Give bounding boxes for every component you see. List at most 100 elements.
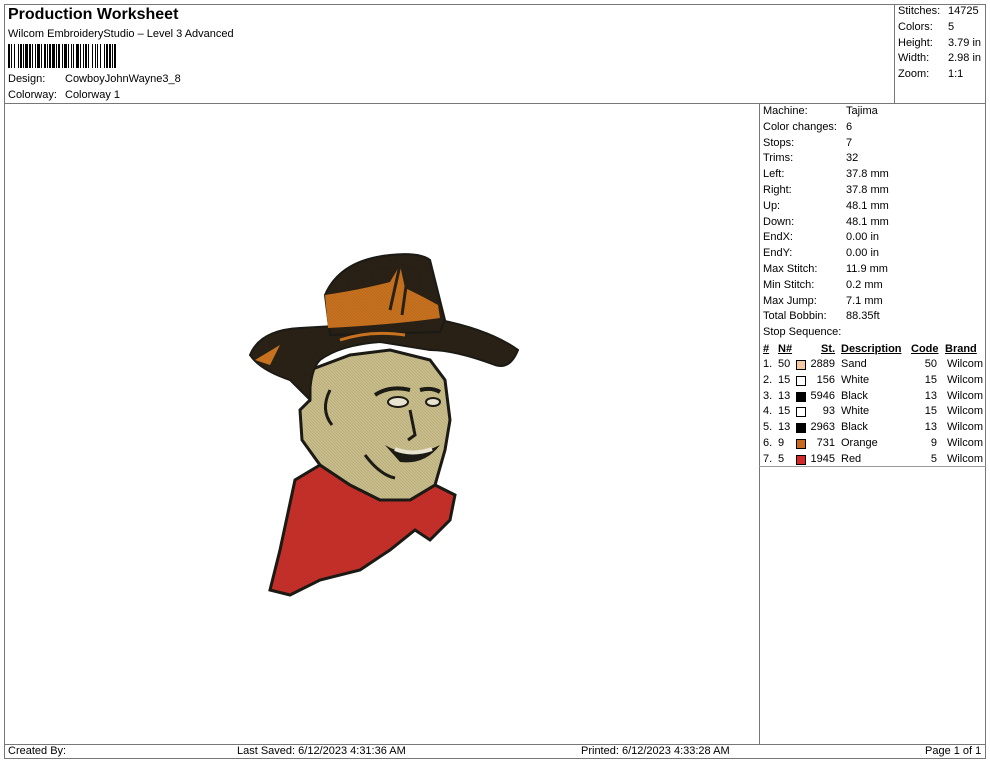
- machine-info-label: EndY:: [763, 247, 793, 260]
- col-num-header: #: [763, 343, 770, 355]
- machine-info-value: 37.8 mm: [846, 168, 889, 181]
- stop-index: 5.: [763, 421, 773, 434]
- machine-info-label: Max Jump:: [763, 294, 817, 307]
- stop-code: 15: [924, 405, 937, 418]
- page-number: Page 1 of 1: [925, 745, 982, 757]
- stop-description: Black: [841, 421, 868, 434]
- summary-row: Zoom: 1:1: [898, 67, 984, 83]
- machine-info-row: Max Stitch: 11.9 mm: [763, 262, 983, 278]
- machine-info-row: EndY: 0.00 in: [763, 246, 983, 262]
- design-value: CowboyJohnWayne3_8: [65, 73, 181, 85]
- stop-brand: Wilcom: [946, 358, 983, 370]
- last-saved: Last Saved: 6/12/2023 4:31:36 AM: [237, 745, 406, 757]
- stop-description: Sand: [841, 358, 867, 370]
- stop-stitches: 156: [816, 373, 835, 386]
- machine-info-row: EndX: 0.00 in: [763, 230, 983, 246]
- machine-info-label: Stops:: [763, 136, 795, 149]
- summary-value: 5: [948, 20, 955, 33]
- machine-info-label: Total Bobbin:: [763, 310, 827, 323]
- machine-info-label: Min Stitch:: [763, 278, 815, 291]
- created-by: Created By:: [8, 745, 67, 757]
- barcode: [8, 44, 255, 68]
- machine-info-label: Left:: [763, 168, 785, 181]
- machine-info-row: Down: 48.1 mm: [763, 215, 983, 231]
- machine-info-value: 48.1 mm: [846, 215, 889, 228]
- color-swatch: [796, 454, 806, 465]
- stop-description: Black: [841, 389, 868, 402]
- machine-info-row: Color changes: 6: [763, 120, 983, 136]
- machine-info-row: Trims: 32: [763, 151, 983, 167]
- color-swatch: [796, 375, 806, 386]
- stop-brand: Wilcom: [946, 389, 983, 402]
- stop-stitches: 1945: [810, 452, 835, 465]
- summary-label: Zoom:: [898, 68, 930, 81]
- col-desc-header: Description: [841, 343, 902, 355]
- stop-row: 3. 13 5946 Black 13 Wilcom: [759, 390, 986, 405]
- machine-info-label: EndX:: [763, 231, 793, 244]
- machine-info-list: Machine: Tajima Color changes: 6 Stops: 7 Trim…: [763, 104, 983, 325]
- stop-code: 13: [924, 421, 937, 434]
- color-swatch: [796, 391, 806, 402]
- stop-brand: Wilcom: [946, 437, 983, 449]
- stop-brand: Wilcom: [946, 373, 983, 386]
- stop-stitches: 731: [816, 437, 835, 449]
- printed-date: Printed: 6/12/2023 4:33:28 AM: [581, 745, 730, 757]
- stop-description: Orange: [841, 437, 878, 449]
- stop-description: White: [841, 405, 870, 418]
- stop-needle: 9: [778, 437, 785, 449]
- machine-info-value: 11.9 mm: [846, 262, 888, 275]
- stop-code: 50: [924, 358, 937, 370]
- stop-index: 4.: [763, 405, 773, 418]
- page-title: Production Worksheet: [8, 6, 179, 23]
- color-swatch: [796, 360, 806, 370]
- summary-label: Stitches:: [898, 5, 941, 17]
- stop-row: 6. 9 731 Orange 9 Wilcom: [759, 437, 986, 452]
- col-code-header: Code: [911, 343, 939, 355]
- stop-needle: 15: [778, 373, 791, 386]
- machine-info-value: 7: [846, 136, 853, 149]
- machine-info-value: 0.00 in: [846, 247, 880, 260]
- machine-info-row: Machine: Tajima: [763, 104, 983, 120]
- summary-label: Height:: [898, 36, 933, 49]
- machine-info-label: Max Stitch:: [763, 262, 818, 275]
- machine-info-row: Right: 37.8 mm: [763, 183, 983, 199]
- design-label: Design:: [8, 73, 46, 85]
- color-swatch: [796, 407, 806, 418]
- stop-needle: 50: [778, 358, 791, 370]
- summary-row: Stitches: 14725: [898, 4, 984, 20]
- summary-row: Colors: 5: [898, 20, 984, 36]
- stop-stitches: 93: [822, 405, 835, 418]
- software-name: Wilcom EmbroideryStudio – Level 3 Advanc…: [8, 28, 234, 40]
- machine-info-row: Up: 48.1 mm: [763, 199, 983, 215]
- stop-brand: Wilcom: [946, 405, 983, 418]
- stop-row: 1. 50 2889 Sand 50 Wilcom: [759, 358, 986, 373]
- summary-label: Colors:: [898, 20, 933, 33]
- machine-info-value: 7.1 mm: [846, 294, 883, 307]
- stop-code: 5: [930, 452, 937, 465]
- summary-list: Stitches: 14725 Colors: 5 Height: 3.79 in Widt…: [898, 4, 984, 83]
- cowboy-embroidery-image: [248, 253, 520, 597]
- machine-info-row: Max Jump: 7.1 mm: [763, 294, 983, 310]
- footer-frame: [4, 744, 986, 759]
- machine-info-row: Left: 37.8 mm: [763, 167, 983, 183]
- summary-value: 14725: [948, 5, 979, 17]
- color-swatch: [796, 423, 806, 434]
- stop-code: 13: [924, 389, 937, 402]
- machine-info-row: Total Bobbin: 88.35ft: [763, 309, 983, 325]
- stop-row: 4. 15 93 White 15 Wilcom: [759, 405, 986, 420]
- colorway-value: Colorway 1: [65, 89, 121, 101]
- stop-index: 2.: [763, 373, 773, 386]
- machine-info-value: 0.00 in: [846, 231, 880, 244]
- machine-info-label: Up:: [763, 199, 781, 212]
- machine-info-value: 0.2 mm: [846, 278, 883, 291]
- machine-info-label: Right:: [763, 183, 792, 196]
- colorway-label: Colorway:: [8, 89, 57, 101]
- machine-info-row: Stops: 7: [763, 136, 983, 152]
- stop-stitches: 2963: [810, 421, 835, 434]
- machine-info-label: Trims:: [763, 152, 794, 165]
- color-swatch: [796, 439, 806, 449]
- stop-index: 3.: [763, 389, 773, 402]
- stop-code: 15: [924, 373, 937, 386]
- stop-description: Red: [841, 452, 862, 465]
- summary-value: 2.98 in: [948, 52, 982, 65]
